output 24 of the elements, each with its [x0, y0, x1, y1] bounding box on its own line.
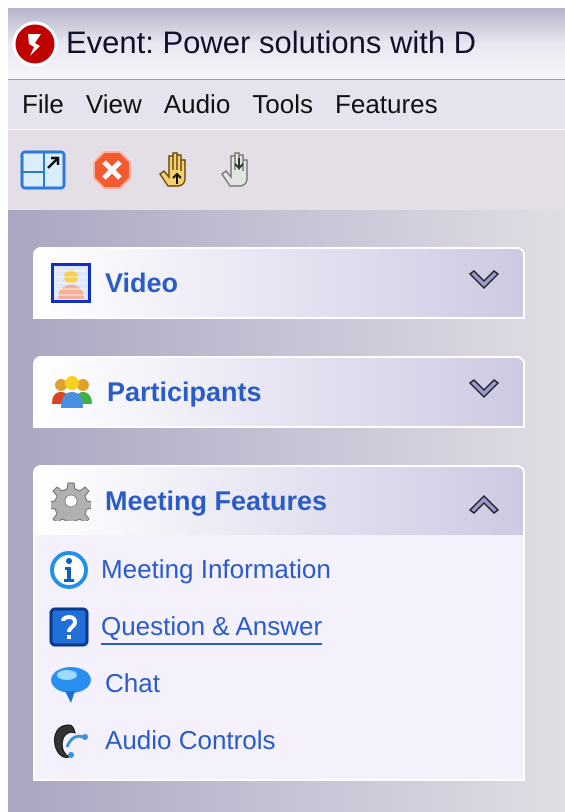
restore-window-icon[interactable] — [20, 150, 66, 190]
menu-item[interactable]: File — [22, 85, 64, 124]
people-icon — [51, 374, 93, 410]
info-icon — [49, 550, 89, 590]
menu-item[interactable]: Features — [335, 85, 438, 124]
video-icon — [51, 263, 91, 303]
panel-header[interactable]: Participants — [35, 358, 523, 426]
panel-header[interactable]: Video — [35, 249, 523, 317]
panel-header[interactable]: Meeting Features — [35, 467, 523, 535]
feature-link[interactable]: Chat — [105, 664, 160, 703]
menu-item[interactable]: View — [86, 85, 142, 124]
feature-link[interactable]: Meeting Information — [101, 550, 331, 589]
window-title: Event: Power solutions with D — [66, 24, 476, 62]
panel-title: Participants — [107, 376, 263, 409]
menu-item[interactable]: Audio — [164, 85, 230, 124]
panel-title: Video — [105, 266, 180, 300]
question-icon — [49, 606, 89, 646]
panel-title: Meeting Features — [105, 484, 328, 518]
app-logo-icon — [12, 20, 58, 66]
feature-link[interactable]: Question & Answer — [101, 607, 322, 646]
menu-item[interactable]: Tools — [252, 85, 313, 124]
close-icon[interactable] — [92, 150, 132, 190]
feature-link[interactable]: Audio Controls — [105, 721, 276, 760]
gear-icon — [51, 481, 91, 521]
